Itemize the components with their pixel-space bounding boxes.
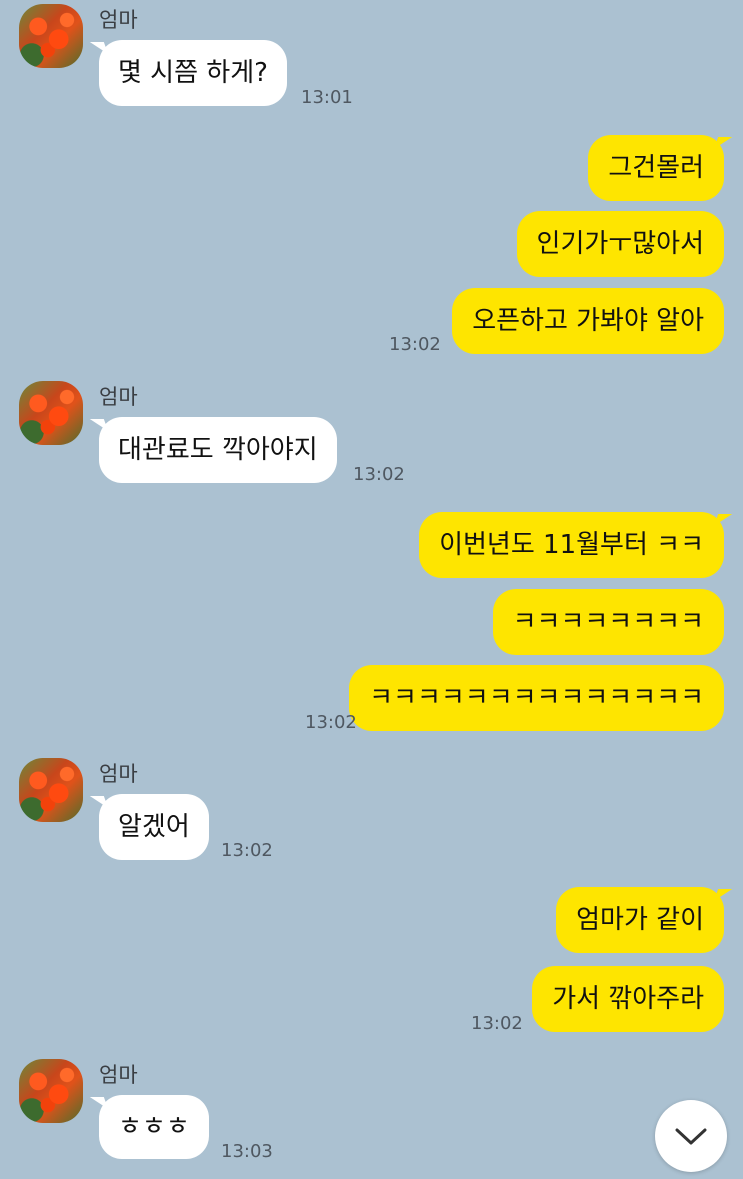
scroll-to-bottom-button[interactable] bbox=[655, 1100, 727, 1172]
sender-name: 엄마 bbox=[99, 385, 138, 409]
outgoing-message[interactable]: 이번년도 11월부터 ㅋㅋ bbox=[419, 512, 724, 578]
message-time: 13:02 bbox=[389, 334, 441, 355]
sender-name: 엄마 bbox=[99, 762, 138, 786]
outgoing-message[interactable]: ㅋㅋㅋㅋㅋㅋㅋㅋㅋㅋㅋㅋㅋㅋ bbox=[349, 665, 724, 731]
message-time: 13:02 bbox=[221, 840, 273, 861]
message-time: 13:03 bbox=[221, 1141, 273, 1162]
incoming-message[interactable]: ㅎㅎㅎ bbox=[99, 1095, 209, 1159]
message-time: 13:01 bbox=[301, 87, 353, 108]
outgoing-message[interactable]: 오픈하고 가봐야 알아 bbox=[452, 288, 724, 354]
incoming-message[interactable]: 몇 시쯤 하게? bbox=[99, 40, 287, 106]
sender-name: 엄마 bbox=[99, 1063, 138, 1087]
chevron-down-icon bbox=[674, 1126, 708, 1146]
incoming-message[interactable]: 알겠어 bbox=[99, 794, 209, 860]
message-time: 13:02 bbox=[305, 712, 357, 733]
sender-avatar[interactable] bbox=[19, 381, 83, 445]
outgoing-message[interactable]: 엄마가 같이 bbox=[556, 887, 724, 953]
incoming-message[interactable]: 대관료도 깍아야지 bbox=[99, 417, 337, 483]
sender-avatar[interactable] bbox=[19, 4, 83, 68]
message-time: 13:02 bbox=[353, 464, 405, 485]
outgoing-message[interactable]: 그건몰러 bbox=[588, 135, 724, 201]
sender-avatar[interactable] bbox=[19, 758, 83, 822]
outgoing-message[interactable]: ㅋㅋㅋㅋㅋㅋㅋㅋ bbox=[492, 589, 724, 655]
outgoing-message[interactable]: 가서 깎아주라 bbox=[532, 966, 724, 1032]
sender-avatar[interactable] bbox=[19, 1059, 83, 1123]
sender-name: 엄마 bbox=[99, 8, 138, 32]
message-time: 13:02 bbox=[471, 1013, 523, 1034]
outgoing-message[interactable]: 인기가ㅜ많아서 bbox=[516, 211, 724, 277]
